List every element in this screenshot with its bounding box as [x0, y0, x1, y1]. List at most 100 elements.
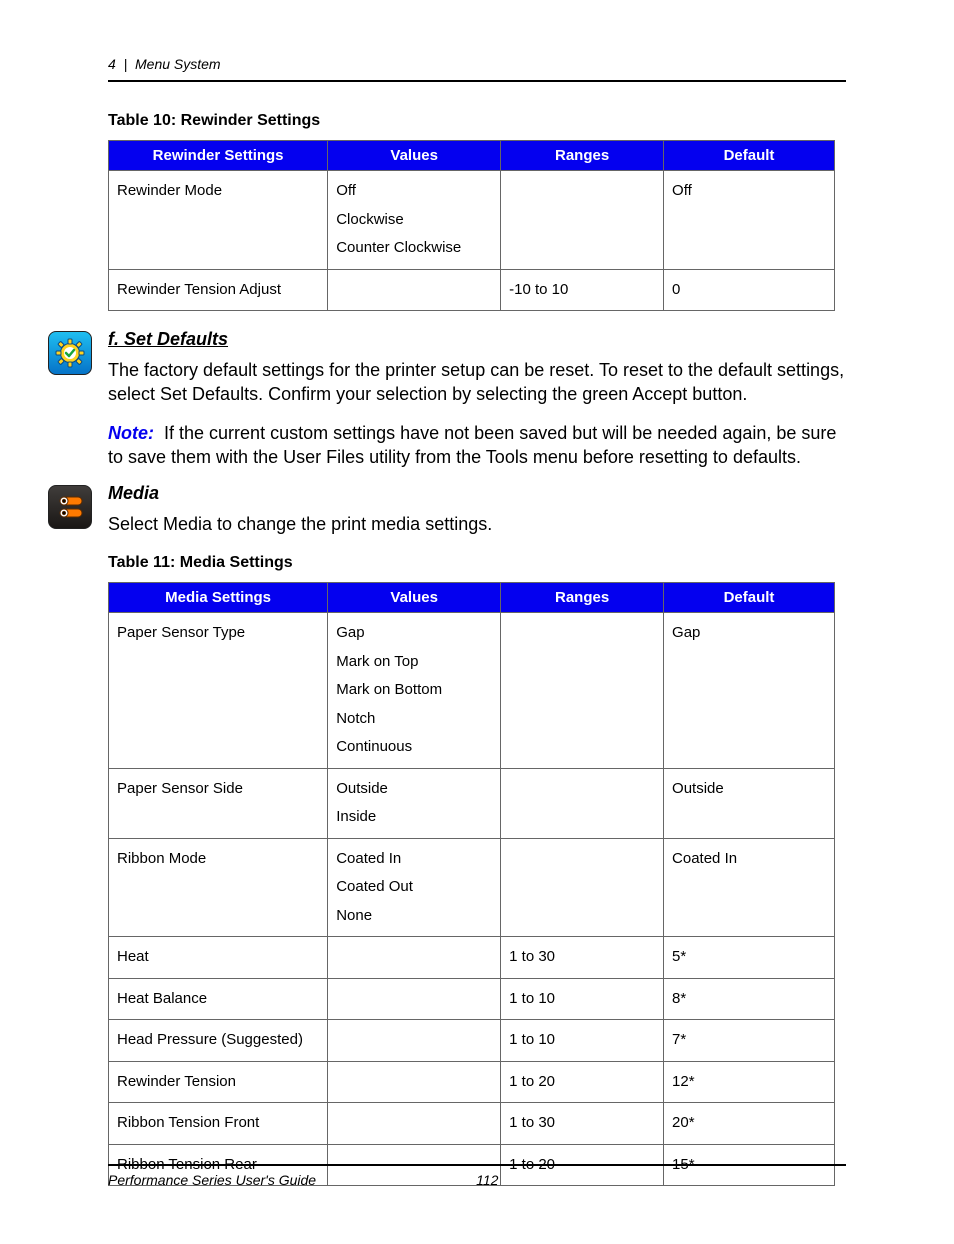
footer-rule: [108, 1164, 846, 1166]
th-rewinder-settings: Rewinder Settings: [109, 141, 328, 171]
cell-values: Coated InCoated OutNone: [328, 838, 501, 937]
running-head: 4 | Menu System: [108, 56, 846, 72]
heading-set-defaults: f. Set Defaults: [108, 329, 846, 350]
chapter-number: 4: [108, 56, 116, 72]
cell-default: 5*: [664, 937, 835, 979]
chapter-title: Menu System: [135, 56, 221, 72]
table-row: Rewinder Tension Adjust -10 to 100: [109, 269, 835, 311]
gear-check-icon: [54, 337, 86, 369]
cell-values: [328, 978, 501, 1020]
set-defaults-paragraph: The factory default settings for the pri…: [108, 358, 846, 407]
cell-values: [328, 1061, 501, 1103]
cell-setting: Heat Balance: [109, 978, 328, 1020]
cell-setting: Ribbon Tension Front: [109, 1103, 328, 1145]
value-option: Outside: [336, 775, 492, 804]
value-option: Counter Clockwise: [336, 234, 492, 263]
footer-guide-title: Performance Series User's Guide: [108, 1172, 316, 1188]
note-label: Note:: [108, 423, 154, 443]
header-rule: [108, 80, 846, 82]
cell-default: 8*: [664, 978, 835, 1020]
th-ranges: Ranges: [501, 583, 664, 613]
th-values: Values: [328, 141, 501, 171]
th-default: Default: [664, 583, 835, 613]
table11-caption: Table 11: Media Settings: [108, 554, 846, 572]
cell-values: [328, 937, 501, 979]
table10: Rewinder Settings Values Ranges Default …: [108, 140, 835, 311]
cell-setting: Ribbon Mode: [109, 838, 328, 937]
media-paragraph: Select Media to change the print media s…: [108, 512, 846, 536]
section-set-defaults: f. Set Defaults The factory default sett…: [108, 329, 846, 469]
table10-caption: Table 10: Rewinder Settings: [108, 112, 846, 130]
value-option: Notch: [336, 705, 492, 734]
cell-setting: Paper Sensor Type: [109, 613, 328, 769]
footer-page-number: 112: [316, 1172, 846, 1188]
cell-values: OutsideInside: [328, 768, 501, 838]
table-row: Heat 1 to 305*: [109, 937, 835, 979]
table-row: Rewinder Tension 1 to 2012*: [109, 1061, 835, 1103]
value-option: Mark on Bottom: [336, 676, 492, 705]
cell-default: 7*: [664, 1020, 835, 1062]
value-option: Continuous: [336, 733, 492, 762]
value-option: Inside: [336, 803, 492, 832]
cell-values: OffClockwiseCounter Clockwise: [328, 171, 501, 270]
heading-media: Media: [108, 483, 846, 504]
cell-setting: Paper Sensor Side: [109, 768, 328, 838]
table-row: Paper Sensor SideOutsideInsideOutside: [109, 768, 835, 838]
value-option: None: [336, 902, 492, 931]
section-media: Media Select Media to change the print m…: [108, 483, 846, 536]
th-default: Default: [664, 141, 835, 171]
set-defaults-note: Note: If the current custom settings hav…: [108, 421, 846, 470]
cell-ranges: 1 to 30: [501, 1103, 664, 1145]
table11-header-row: Media Settings Values Ranges Default: [109, 583, 835, 613]
value-option: Coated In: [336, 845, 492, 874]
cell-default: Off: [664, 171, 835, 270]
cell-default: 12*: [664, 1061, 835, 1103]
cell-setting: Rewinder Tension: [109, 1061, 328, 1103]
media-rolls-icon: [54, 491, 86, 523]
cell-ranges: 1 to 20: [501, 1061, 664, 1103]
th-ranges: Ranges: [501, 141, 664, 171]
cell-ranges: [501, 838, 664, 937]
table-row: Ribbon Tension Front 1 to 3020*: [109, 1103, 835, 1145]
cell-values: [328, 1020, 501, 1062]
separator: |: [124, 56, 128, 72]
cell-default: Outside: [664, 768, 835, 838]
table10-header-row: Rewinder Settings Values Ranges Default: [109, 141, 835, 171]
cell-default: Gap: [664, 613, 835, 769]
th-values: Values: [328, 583, 501, 613]
cell-ranges: -10 to 10: [501, 269, 664, 311]
cell-ranges: [501, 768, 664, 838]
page-footer: Performance Series User's Guide 112: [108, 1164, 846, 1188]
value-option: Off: [336, 177, 492, 206]
cell-default: 0: [664, 269, 835, 311]
cell-ranges: [501, 171, 664, 270]
table-row: Head Pressure (Suggested) 1 to 107*: [109, 1020, 835, 1062]
table-row: Heat Balance 1 to 108*: [109, 978, 835, 1020]
value-option: Gap: [336, 619, 492, 648]
value-option: Coated Out: [336, 873, 492, 902]
value-option: Clockwise: [336, 206, 492, 235]
table-row: Paper Sensor TypeGapMark on TopMark on B…: [109, 613, 835, 769]
value-option: Mark on Top: [336, 648, 492, 677]
cell-setting: Heat: [109, 937, 328, 979]
table11-body: Paper Sensor TypeGapMark on TopMark on B…: [109, 613, 835, 1186]
cell-default: 20*: [664, 1103, 835, 1145]
cell-values: [328, 1103, 501, 1145]
cell-setting: Rewinder Tension Adjust: [109, 269, 328, 311]
cell-setting: Rewinder Mode: [109, 171, 328, 270]
cell-default: Coated In: [664, 838, 835, 937]
table-row: Ribbon ModeCoated InCoated OutNoneCoated…: [109, 838, 835, 937]
table10-body: Rewinder ModeOffClockwiseCounter Clockwi…: [109, 171, 835, 311]
table11: Media Settings Values Ranges Default Pap…: [108, 582, 835, 1186]
cell-ranges: [501, 613, 664, 769]
media-icon: [48, 485, 92, 529]
th-media-settings: Media Settings: [109, 583, 328, 613]
cell-ranges: 1 to 10: [501, 978, 664, 1020]
set-defaults-icon: [48, 331, 92, 375]
cell-values: [328, 269, 501, 311]
cell-ranges: 1 to 10: [501, 1020, 664, 1062]
cell-setting: Head Pressure (Suggested): [109, 1020, 328, 1062]
table-row: Rewinder ModeOffClockwiseCounter Clockwi…: [109, 171, 835, 270]
note-body: If the current custom settings have not …: [108, 423, 836, 467]
cell-ranges: 1 to 30: [501, 937, 664, 979]
